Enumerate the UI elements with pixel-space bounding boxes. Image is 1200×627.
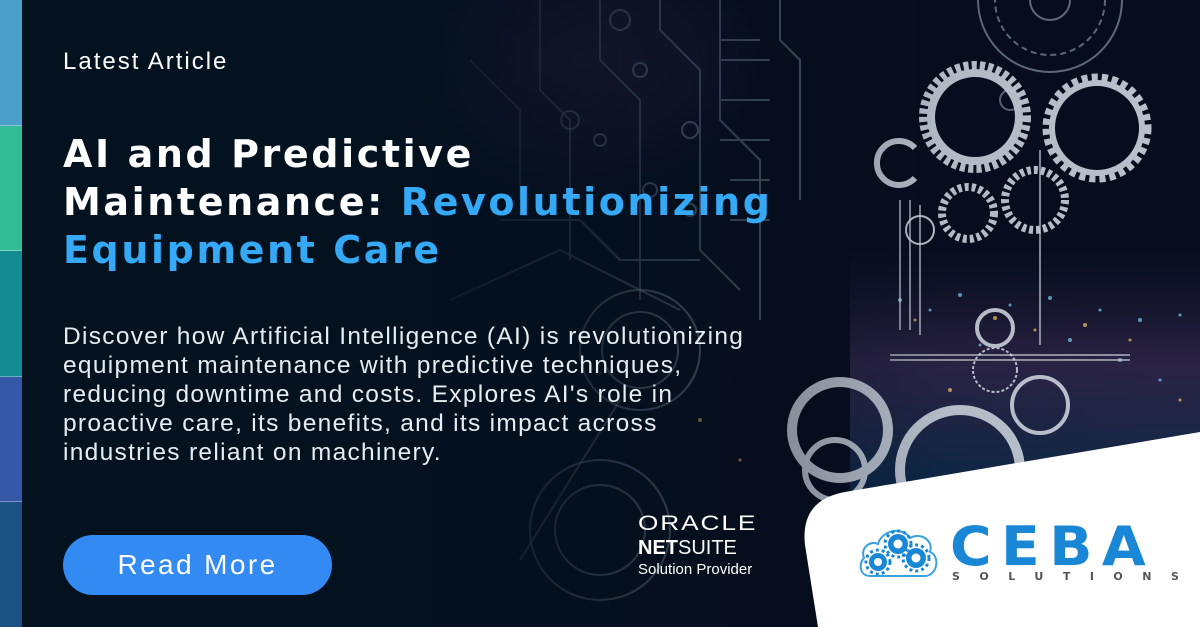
article-banner: Latest Article AI and Predictive Mainten… bbox=[0, 0, 1200, 627]
eyebrow-label: Latest Article bbox=[63, 48, 229, 75]
netsuite-bold: NET bbox=[638, 537, 678, 559]
ceba-subtitle: SOLUTIONS bbox=[952, 570, 1199, 583]
color-strip-segment bbox=[0, 0, 22, 126]
netsuite-rest: SUITE bbox=[678, 537, 737, 559]
article-content: Latest Article AI and Predictive Mainten… bbox=[63, 0, 843, 627]
article-title: AI and Predictive Maintenance: Revolutio… bbox=[63, 130, 843, 274]
ceba-wordmark: CEBA bbox=[950, 515, 1156, 578]
oracle-wordmark: ORACLE bbox=[638, 512, 758, 535]
color-strip-segment bbox=[0, 502, 22, 627]
title-line-2-plain: Maintenance: bbox=[63, 180, 401, 224]
cloud-gears-icon bbox=[859, 529, 938, 577]
solution-provider-label: Solution Provider bbox=[638, 561, 753, 578]
title-line-2-accent: Revolutionizing bbox=[400, 180, 773, 224]
article-description: Discover how Artificial Intelligence (AI… bbox=[63, 323, 745, 466]
color-strip bbox=[0, 0, 22, 627]
color-strip-segment bbox=[0, 251, 22, 377]
netsuite-wordmark: NETSUITE bbox=[638, 536, 778, 560]
oracle-netsuite-badge: ORACLE NETSUITE Solution Provider bbox=[638, 512, 778, 580]
color-strip-segment bbox=[0, 376, 22, 503]
title-line-3-accent: Equipment Care bbox=[63, 228, 442, 272]
read-more-button[interactable]: Read More bbox=[63, 535, 332, 595]
color-strip-segment bbox=[0, 125, 22, 252]
title-line-1: AI and Predictive bbox=[63, 132, 474, 176]
ceba-logo[interactable]: CEBA SOLUTIONS bbox=[858, 515, 1179, 583]
